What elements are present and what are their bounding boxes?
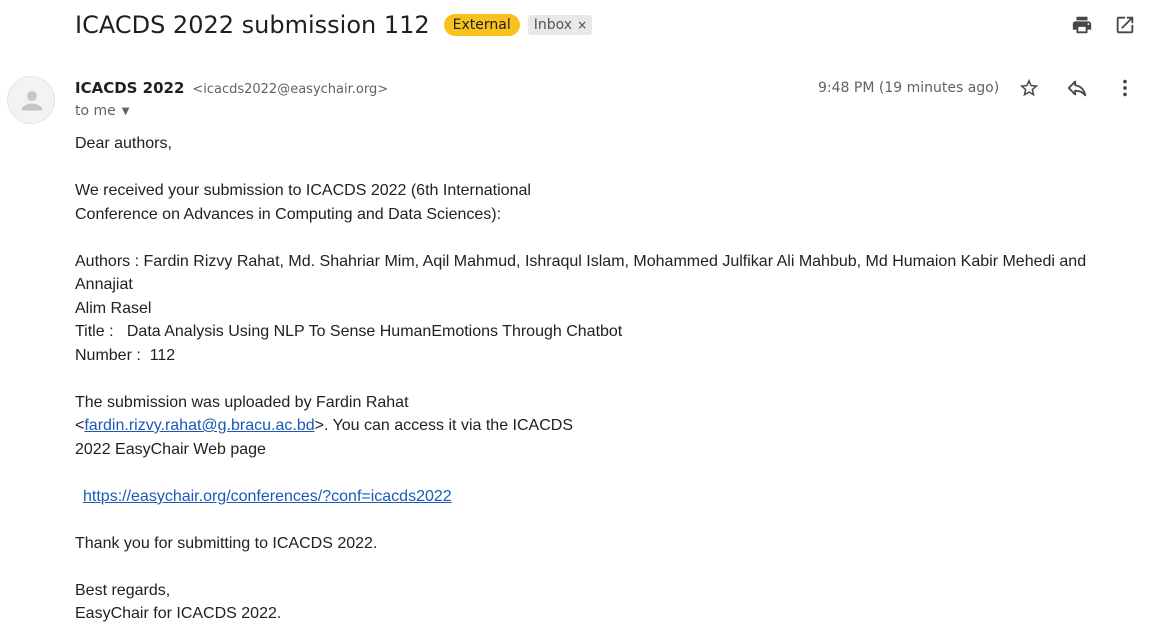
email-subject: ICACDS 2022 submission 112 <box>75 11 430 39</box>
email-subject-bar: ICACDS 2022 submission 112 External Inbo… <box>75 8 593 42</box>
uploaded-line: <fardin.rizvy.rahat@g.bracu.ac.bd>. You … <box>75 417 573 434</box>
remove-label-icon[interactable]: × <box>577 18 587 32</box>
open-in-new-window-icon <box>1116 16 1134 34</box>
conference-link[interactable]: https://easychair.org/conferences/?conf=… <box>83 488 452 505</box>
title-line: Title : Data Analysis Using NLP To Sense… <box>75 323 623 340</box>
number-line: Number : 112 <box>75 346 176 364</box>
inbox-label-text: Inbox <box>533 17 573 33</box>
print-icon <box>1072 16 1092 34</box>
external-badge: External <box>443 14 520 36</box>
authors-line: Alim Rasel <box>75 299 152 317</box>
conference-link-line: https://easychair.org/conferences/?conf=… <box>75 485 1140 509</box>
intro-line: Conference on Advances in Computing and … <box>75 205 502 223</box>
email-body: Dear authors, We received your submissio… <box>75 132 1140 626</box>
person-icon <box>22 91 42 111</box>
recipient-label: to me <box>75 103 116 119</box>
sender-email: <icacds2022@easychair.org> <box>192 82 389 97</box>
authors-line: Authors : Fardin Rizvy Rahat, Md. Shahri… <box>75 252 1087 294</box>
intro-line: We received your submission to ICACDS 20… <box>75 182 531 199</box>
thanks-line: Thank you for submitting to ICACDS 2022. <box>75 534 378 552</box>
print-button[interactable] <box>1068 11 1096 39</box>
star-button[interactable] <box>1015 74 1043 102</box>
sender-line: ICACDS 2022 <icacds2022@easychair.org> <box>75 79 388 99</box>
sender-name[interactable]: ICACDS 2022 <box>75 79 184 97</box>
star-icon <box>1019 78 1039 97</box>
reply-icon <box>1067 80 1087 97</box>
more-options-button[interactable] <box>1111 74 1139 102</box>
reply-button[interactable] <box>1063 74 1091 102</box>
signature-line: EasyChair for ICACDS 2022. <box>75 605 282 622</box>
inbox-label[interactable]: Inbox × <box>527 15 593 35</box>
open-in-new-window-button[interactable] <box>1111 11 1139 39</box>
sender-avatar[interactable] <box>7 76 55 124</box>
chevron-down-icon[interactable]: ▼ <box>122 106 130 117</box>
uploaded-line: The submission was uploaded by Fardin Ra… <box>75 393 409 411</box>
message-timestamp: 9:48 PM (19 minutes ago) <box>818 80 1000 96</box>
closing-line: Best regards, <box>75 581 171 599</box>
uploader-email-link[interactable]: fardin.rizvy.rahat@g.bracu.ac.bd <box>84 417 314 434</box>
uploaded-line: 2022 EasyChair Web page <box>75 440 266 458</box>
more-vert-icon <box>1123 79 1127 97</box>
greeting: Dear authors, <box>75 135 172 152</box>
recipient-details[interactable]: to me ▼ <box>75 103 129 119</box>
